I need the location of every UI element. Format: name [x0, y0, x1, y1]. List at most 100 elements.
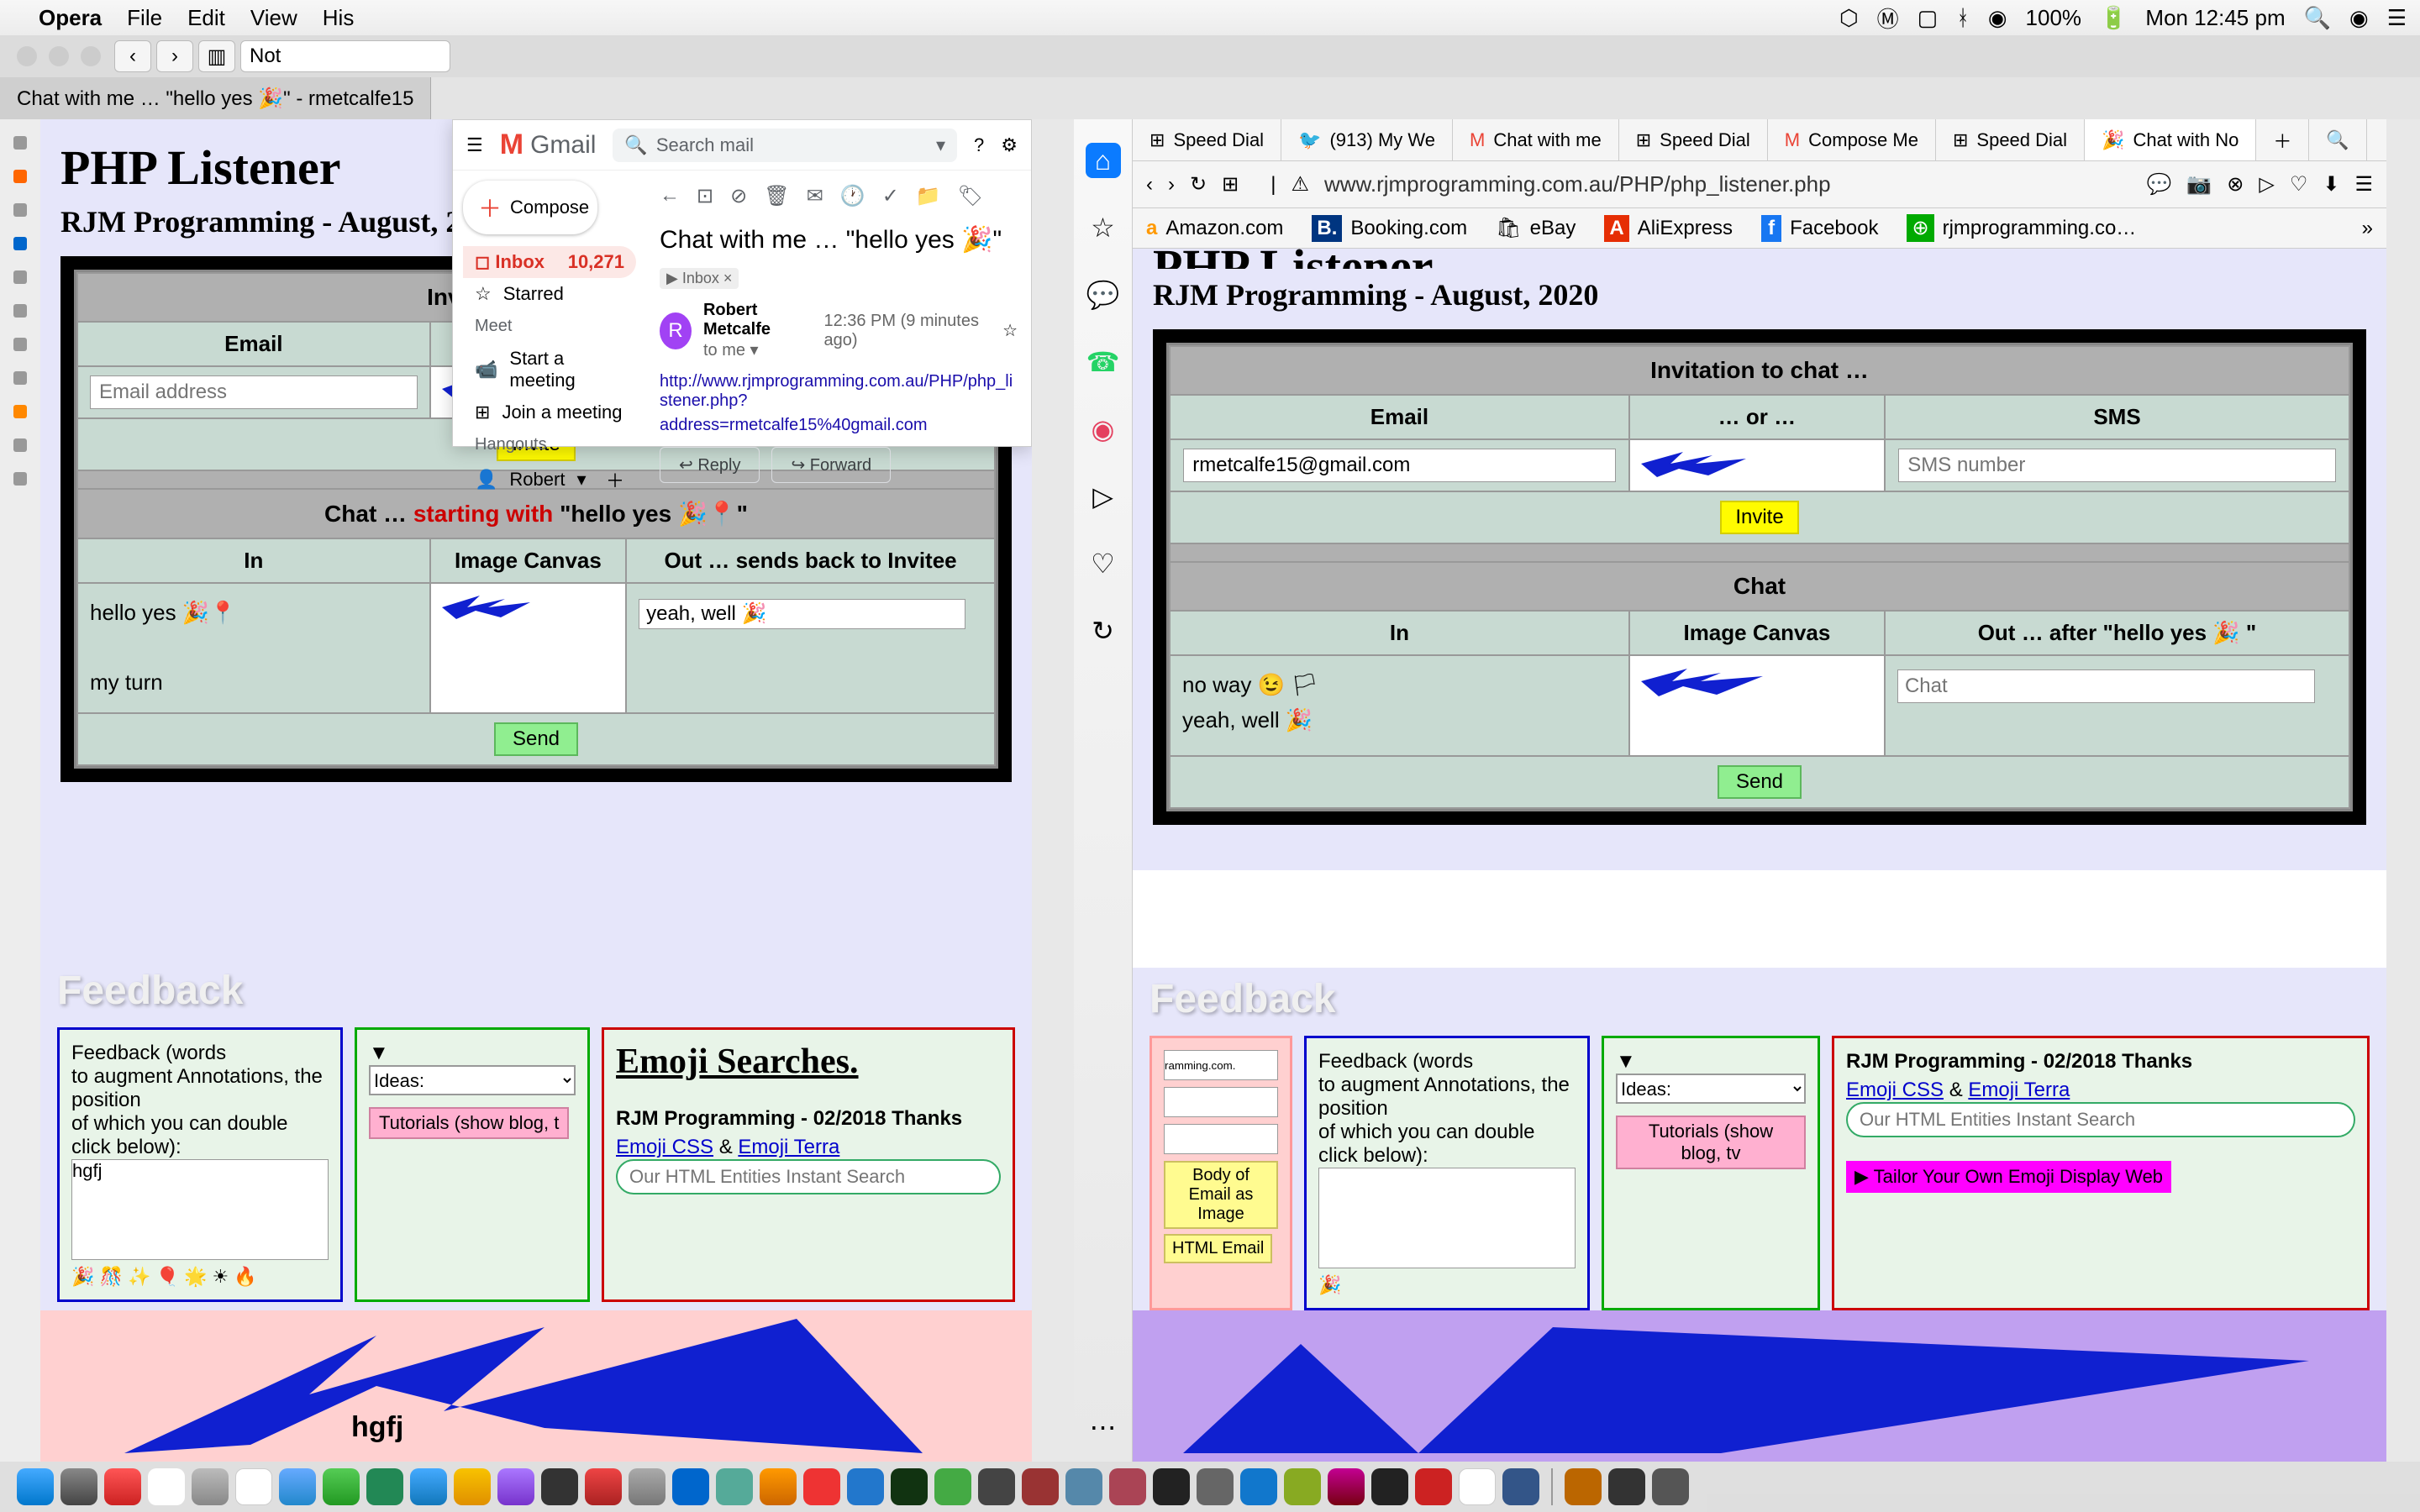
sidebar-item[interactable]: [13, 270, 27, 284]
airplay-icon[interactable]: ▢: [1918, 5, 1939, 31]
dock-app[interactable]: [192, 1468, 229, 1505]
emoji-search-input[interactable]: [616, 1159, 1001, 1194]
heart-icon[interactable]: ♡: [1086, 546, 1121, 581]
clock-icon[interactable]: 🕐: [840, 184, 865, 208]
dock-app[interactable]: [1065, 1468, 1102, 1505]
tab-speed-dial[interactable]: ⊞Speed Dial: [1936, 119, 2085, 160]
dock-app[interactable]: [366, 1468, 403, 1505]
dock-app[interactable]: [235, 1468, 272, 1505]
battery-status[interactable]: 100%: [2026, 5, 2082, 31]
compose-button[interactable]: ＋Compose: [463, 181, 597, 234]
emoji-css-link[interactable]: Emoji CSS: [616, 1136, 713, 1158]
download-icon[interactable]: ⬇: [2323, 172, 2339, 197]
clock[interactable]: Mon 12:45 pm: [2145, 5, 2285, 31]
status-icon[interactable]: ⬡: [1839, 5, 1859, 31]
back-button[interactable]: ‹: [1146, 173, 1153, 197]
spam-icon[interactable]: ⊘: [730, 184, 747, 208]
tab-compose[interactable]: MCompose Me: [1768, 119, 1936, 160]
bookmarks-more[interactable]: »: [2362, 217, 2373, 240]
dock-app[interactable]: [1608, 1468, 1645, 1505]
menu-icon[interactable]: ☰: [2354, 172, 2373, 197]
menu-view[interactable]: View: [250, 5, 297, 31]
sidebar-button[interactable]: ▥: [198, 40, 235, 72]
sender-to[interactable]: to me ▾: [703, 339, 812, 360]
footer-canvas[interactable]: hgfj: [40, 1310, 1032, 1462]
col-canvas[interactable]: Image Canvas: [1629, 611, 1885, 655]
dock-app[interactable]: [1565, 1468, 1602, 1505]
send-button[interactable]: Send: [1718, 765, 1802, 799]
address-field[interactable]: Not: [240, 40, 450, 72]
dock-app[interactable]: [497, 1468, 534, 1505]
window-controls[interactable]: [8, 46, 109, 66]
tab-twitter[interactable]: 🐦(913) My We: [1281, 119, 1453, 160]
dock-app[interactable]: [60, 1468, 97, 1505]
image-canvas[interactable]: [1629, 655, 1885, 756]
app-name[interactable]: Opera: [39, 5, 102, 31]
email-image-button[interactable]: Body of Email as Image: [1164, 1161, 1278, 1229]
dock-app[interactable]: [803, 1468, 840, 1505]
image-canvas[interactable]: [430, 583, 626, 713]
mail-icon[interactable]: ✉: [807, 184, 823, 208]
dock-app[interactable]: [104, 1468, 141, 1505]
dock-app[interactable]: [454, 1468, 491, 1505]
dock-app[interactable]: [1415, 1468, 1452, 1505]
dock-app[interactable]: [17, 1468, 54, 1505]
dock-app[interactable]: [1022, 1468, 1059, 1505]
tab-search-button[interactable]: 🔍: [2309, 119, 2366, 160]
dock-app[interactable]: [934, 1468, 971, 1505]
forward-button[interactable]: ›: [1168, 173, 1175, 197]
dock-app[interactable]: [1109, 1468, 1146, 1505]
gmail-search[interactable]: 🔍 Search mail▾: [613, 129, 957, 162]
col-canvas[interactable]: Image Canvas: [430, 538, 626, 583]
nav-starred[interactable]: ☆ Starred: [463, 278, 636, 310]
sidebar-item[interactable]: [13, 136, 27, 150]
messenger-icon[interactable]: 💬: [1086, 277, 1121, 312]
nav-start-meeting[interactable]: 📹 Start a meeting: [463, 343, 636, 396]
reload-button[interactable]: ↻: [1190, 172, 1207, 197]
nav-inbox[interactable]: ◻ Inbox10,271: [463, 246, 636, 278]
apps-button[interactable]: ⊞: [1222, 172, 1239, 197]
dock-app[interactable]: [1240, 1468, 1277, 1505]
sender-avatar[interactable]: R: [660, 312, 692, 349]
new-tab-button[interactable]: ＋: [2256, 119, 2309, 160]
email-link[interactable]: http://www.rjmprogramming.com.au/PHP/php…: [660, 372, 1018, 411]
star-icon[interactable]: ☆: [1086, 210, 1121, 245]
label-icon[interactable]: 🏷: [958, 184, 983, 208]
dock-app[interactable]: [1328, 1468, 1365, 1505]
feedback-textarea[interactable]: [1318, 1168, 1576, 1268]
tailor-button[interactable]: ▶ Tailor Your Own Emoji Display Web: [1846, 1161, 2171, 1193]
play-icon[interactable]: ▷: [2259, 172, 2274, 197]
email-link[interactable]: address=rmetcalfe15%40gmail.com: [660, 416, 1018, 435]
dock-app[interactable]: [760, 1468, 797, 1505]
dock-app[interactable]: [1502, 1468, 1539, 1505]
more-icon[interactable]: ⋯: [1086, 1410, 1121, 1445]
sidebar-item[interactable]: [13, 304, 27, 318]
emoji-search-input[interactable]: [1846, 1102, 2355, 1137]
heart-icon[interactable]: ♡: [2290, 172, 2308, 197]
block-icon[interactable]: ⊗: [2227, 172, 2244, 197]
sidebar-item[interactable]: [13, 472, 27, 486]
tab-gmail[interactable]: MChat with me: [1453, 119, 1619, 160]
dock-app[interactable]: [1459, 1468, 1496, 1505]
move-icon[interactable]: 📁: [916, 184, 941, 208]
bookmark-booking[interactable]: B.Booking.com: [1312, 215, 1467, 242]
url-field[interactable]: www.rjmprogramming.com.au/PHP/php_listen…: [1324, 171, 2132, 197]
settings-icon[interactable]: ⚙: [1001, 134, 1018, 156]
small-input[interactable]: [1164, 1087, 1278, 1117]
sidebar-item[interactable]: [13, 170, 27, 183]
help-icon[interactable]: ?: [974, 134, 984, 156]
menu-edit[interactable]: Edit: [187, 5, 225, 31]
ideas-select[interactable]: Ideas:: [1616, 1074, 1806, 1104]
forward-button[interactable]: ›: [156, 40, 193, 72]
emoji-terra-link[interactable]: Emoji Terra: [738, 1136, 839, 1158]
task-icon[interactable]: ✓: [882, 184, 899, 208]
dock-app[interactable]: [716, 1468, 753, 1505]
dock-app[interactable]: [1197, 1468, 1234, 1505]
bluetooth-icon[interactable]: ᚼ: [1956, 5, 1970, 31]
dock-app[interactable]: [672, 1468, 709, 1505]
menu-icon[interactable]: ☰: [2387, 5, 2407, 31]
siri-icon[interactable]: ◉: [2349, 5, 2369, 31]
chat-input[interactable]: [1897, 669, 2315, 703]
dock-app[interactable]: [891, 1468, 928, 1505]
sidebar-item[interactable]: [13, 438, 27, 452]
